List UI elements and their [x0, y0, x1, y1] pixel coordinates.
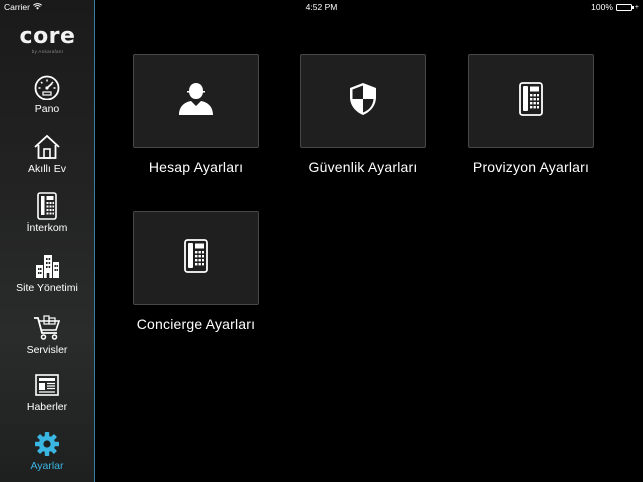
battery-indicator: 100% + [591, 2, 639, 12]
tile-box[interactable] [133, 54, 259, 148]
shopping-cart-icon [32, 314, 62, 342]
sidebar-item-pano[interactable]: Pano [0, 73, 94, 115]
sidebar-item-akilli-ev[interactable]: Akıllı Ev [0, 133, 94, 175]
gear-icon [32, 430, 62, 458]
tile-label: Provizyon Ayarları [472, 159, 590, 175]
tile-label: Güvenlik Ayarları [308, 159, 418, 175]
logo-subtext: by Ankarafant [31, 49, 64, 54]
sidebar-item-label: Servisler [26, 344, 68, 356]
sidebar-item-interkom[interactable]: İnterkom [0, 192, 94, 234]
tile-label: Hesap Ayarları [148, 159, 244, 175]
sidebar-item-label: Pano [34, 103, 60, 115]
sidebar-item-label: Haberler [26, 401, 68, 413]
battery-icon [615, 3, 634, 11]
tile-guvenlik-ayarlari[interactable]: Güvenlik Ayarları [300, 54, 426, 175]
app-logo: core by Ankarafant [0, 24, 95, 55]
desk-phone-icon [518, 81, 544, 121]
tile-box[interactable] [468, 54, 594, 148]
tile-hesap-ayarlari[interactable]: Hesap Ayarları [133, 54, 259, 175]
sidebar-item-site-yonetimi[interactable]: Site Yönetimi [0, 252, 94, 294]
status-bar: Carrier 4:52 PM 100% + [0, 0, 643, 14]
charging-icon: + [634, 3, 639, 11]
tile-provizyon-ayarlari[interactable]: Provizyon Ayarları [468, 54, 594, 175]
buildings-icon [32, 252, 62, 280]
sidebar-item-label: Ayarlar [30, 460, 64, 472]
sidebar-item-ayarlar[interactable]: Ayarlar [0, 430, 94, 472]
battery-percent: 100% [591, 2, 613, 12]
dashboard-gauge-icon [32, 73, 62, 101]
logo-wordmark: core [19, 24, 76, 49]
sidebar-item-label: Site Yönetimi [16, 282, 78, 294]
shield-icon [348, 82, 378, 121]
home-icon [32, 133, 62, 161]
status-time: 4:52 PM [305, 2, 338, 12]
intercom-phone-icon [32, 192, 62, 220]
newspaper-icon [32, 371, 62, 399]
tile-concierge-ayarlari[interactable]: Concierge Ayarları [133, 211, 259, 332]
tile-label: Concierge Ayarları [136, 316, 256, 332]
sidebar-item-haberler[interactable]: Haberler [0, 371, 94, 413]
sidebar: core by Ankarafant Pano Akıllı Ev İnterk… [0, 0, 95, 482]
desk-phone-icon [183, 238, 209, 278]
sidebar-item-label: Akıllı Ev [28, 163, 66, 175]
sidebar-item-servisler[interactable]: Servisler [0, 314, 94, 356]
tile-box[interactable] [300, 54, 426, 148]
user-icon [178, 82, 214, 121]
sidebar-item-label: İnterkom [26, 222, 68, 234]
tile-box[interactable] [133, 211, 259, 305]
